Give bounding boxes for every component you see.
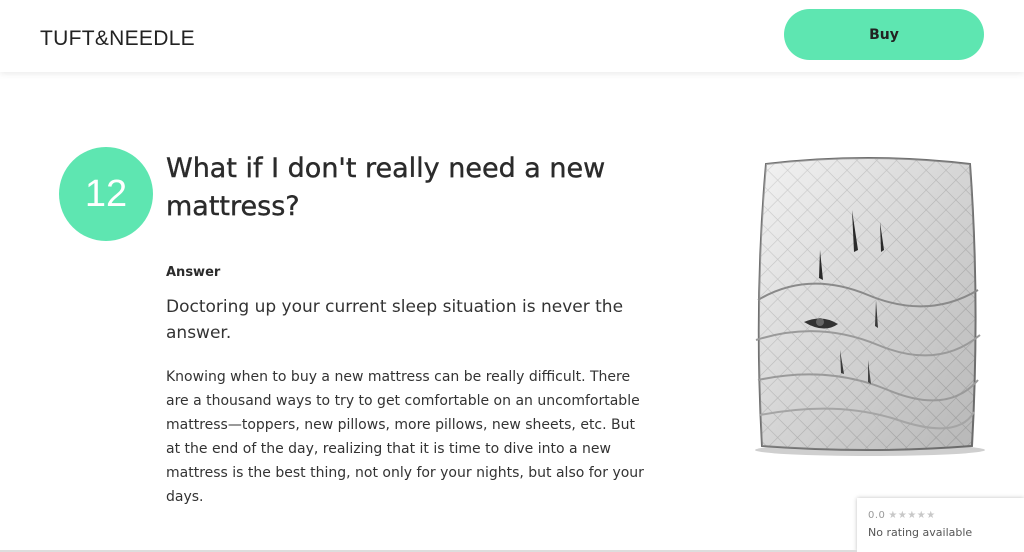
rating-widget[interactable]: 0.0 ★★★★★ No rating available — [857, 498, 1024, 552]
site-header: TUFT&NEEDLE Buy — [0, 0, 1024, 72]
rating-status-text: No rating available — [868, 526, 973, 539]
answer-label: Answer — [166, 265, 221, 280]
tuft-needle-logo[interactable]: TUFT&NEEDLE — [40, 27, 195, 51]
question-title: What if I don't really need a new mattre… — [166, 153, 606, 222]
rating-stars-icon: ★★★★★ — [888, 510, 936, 521]
rating-score-row: 0.0 ★★★★★ — [868, 510, 936, 521]
answer-body: Knowing when to buy a new mattress can b… — [166, 369, 644, 505]
answer-lead: Doctoring up your current sleep situatio… — [166, 297, 624, 343]
worn-mattress-illustration — [755, 157, 985, 456]
rating-score: 0.0 — [868, 510, 886, 521]
question-number-badge: 12 — [59, 147, 153, 241]
buy-button[interactable]: Buy — [784, 9, 984, 60]
